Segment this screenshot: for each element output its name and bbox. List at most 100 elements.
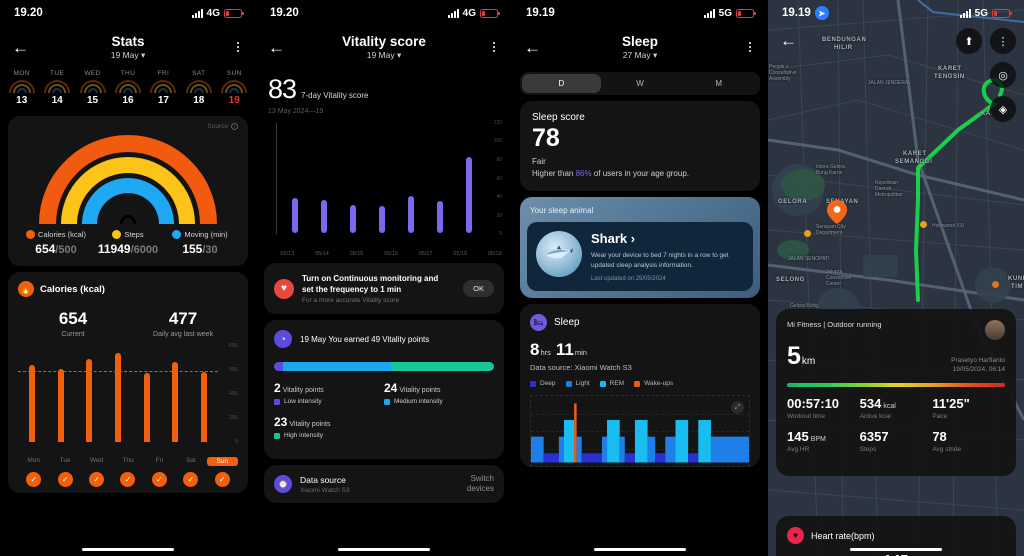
bar-column[interactable] <box>75 346 104 442</box>
map-controls[interactable]: ⬆ ⋮ ◎ ◈ <box>956 28 1016 122</box>
bar-label: 05/17 <box>418 251 433 257</box>
share-icon[interactable]: ⬆ <box>956 28 982 54</box>
bar-label[interactable]: Sun <box>206 457 238 466</box>
bar-column[interactable] <box>18 346 47 442</box>
metric-label: Steps <box>124 230 144 239</box>
sleep-animal-name[interactable]: Shark › <box>591 231 744 246</box>
data-source-card[interactable]: ⌚ Data source Xiaomi Watch S3 Switch dev… <box>264 465 504 503</box>
sleep-animal-inner[interactable]: Shark › Wear your device to bed 7 nights… <box>527 222 753 291</box>
week-day-name: SUN <box>226 70 242 77</box>
location-arrow-icon: ➤ <box>814 6 829 20</box>
panel-sleep: 19.19 5G ← Sleep 27 May ▾ DWM Sleep scor… <box>512 0 768 556</box>
vitality-bar-chart[interactable]: 120 100 80 60 40 20 0 <box>266 120 502 248</box>
sleep-hypnogram-chart[interactable]: ⤢ <box>530 395 750 467</box>
switch-line-2: devices <box>466 484 494 493</box>
expand-icon[interactable]: ⤢ <box>731 401 744 414</box>
week-day-name: SAT <box>192 70 206 77</box>
bar <box>291 198 298 233</box>
heart-rate-value: 145 <box>787 552 1005 556</box>
sleep-card-title: Sleep <box>554 317 580 328</box>
map-label: TIM <box>1011 284 1024 290</box>
week-strip[interactable]: MON 13 TUE 14 WED 15 THU 16 FRI 17 SAT 18 SUN 19 <box>0 68 256 110</box>
period-segmented-control[interactable]: DWM <box>520 72 760 95</box>
bar-column[interactable] <box>338 123 367 233</box>
goal-check: ✓ <box>144 472 175 487</box>
bar-label: 05/15 <box>349 251 364 257</box>
week-day[interactable]: MON 13 <box>4 70 39 106</box>
goal-check: ✓ <box>112 472 143 487</box>
sleep-minutes-unit: min <box>574 348 587 357</box>
bar-column[interactable] <box>367 123 396 233</box>
bar-column[interactable] <box>309 123 338 233</box>
points-value: 2 Vitality points <box>274 381 324 395</box>
switch-devices-button[interactable]: Switch devices <box>467 474 494 494</box>
date-selector[interactable]: 19 May ▾ <box>256 50 512 61</box>
bar <box>115 353 122 442</box>
bar-label[interactable]: Mon <box>18 457 49 466</box>
map-poi[interactable] <box>992 281 999 288</box>
calories-bar-chart[interactable]: 600 500 400 250 0 <box>18 343 238 454</box>
bar-column[interactable] <box>280 123 309 233</box>
bar-label[interactable]: Wed <box>81 457 112 466</box>
bar-label[interactable]: Tue <box>49 457 80 466</box>
check-icon: ✓ <box>120 472 136 487</box>
map-poi[interactable] <box>920 221 927 228</box>
week-day[interactable]: THU 16 <box>110 70 145 106</box>
date-selector[interactable]: 27 May ▾ <box>512 50 768 61</box>
bar-column[interactable] <box>426 123 455 233</box>
bar-column[interactable] <box>132 346 161 442</box>
bar-column[interactable] <box>397 123 426 233</box>
y-tick: 0 <box>499 231 502 237</box>
check-icon: ✓ <box>183 472 199 487</box>
segment-d[interactable]: D <box>522 74 601 93</box>
back-button[interactable]: ← <box>524 39 544 56</box>
info-icon[interactable]: i <box>231 123 238 130</box>
bar-column[interactable] <box>189 346 218 442</box>
segment-m[interactable]: M <box>679 74 758 93</box>
segment-w[interactable]: W <box>601 74 680 93</box>
more-options-button[interactable] <box>744 42 756 52</box>
sleep-stage-block <box>543 453 559 463</box>
sleep-stage-block <box>581 453 602 463</box>
layers-icon[interactable]: ◈ <box>990 96 1016 122</box>
week-day-number: 13 <box>16 95 28 106</box>
more-options-button[interactable] <box>488 42 500 52</box>
rainbow-rings-chart <box>39 134 217 224</box>
map-poi[interactable] <box>804 230 811 237</box>
y-tick: 0 <box>234 439 238 445</box>
map-label: Metropolitan <box>875 192 903 198</box>
points-header: ◔ 19 May You earned 49 Vitality points <box>274 330 494 348</box>
bar-column[interactable] <box>104 346 133 442</box>
map-label: Department <box>816 230 843 236</box>
sleep-stage-block <box>531 436 544 463</box>
week-day[interactable]: FRI 17 <box>146 70 181 106</box>
bar-label[interactable]: Fri <box>144 457 175 466</box>
avatar[interactable] <box>985 320 1005 340</box>
tip-text: Turn on Continuous monitoring and set th… <box>302 273 455 304</box>
back-button[interactable]: ← <box>780 32 800 49</box>
poi-dot-icon <box>920 221 927 228</box>
source-label[interactable]: Source i <box>207 123 238 130</box>
bar-column[interactable] <box>455 123 484 233</box>
sleep-animal-card[interactable]: Your sleep animal Shark › Wear your devi… <box>520 197 760 298</box>
locate-icon[interactable]: ◎ <box>990 62 1016 88</box>
bar-label[interactable]: Sat <box>175 457 206 466</box>
ok-button[interactable]: OK <box>463 280 494 297</box>
back-button[interactable]: ← <box>268 39 288 56</box>
calories-avg-label: Daily avg last week <box>153 331 213 338</box>
week-day[interactable]: SUN 19 <box>217 70 252 106</box>
date-selector[interactable]: 19 May ▾ <box>0 50 256 61</box>
bar-column[interactable] <box>161 346 190 442</box>
bar-column[interactable] <box>47 346 76 442</box>
start-marker-icon[interactable] <box>827 200 847 224</box>
week-day[interactable]: SAT 18 <box>181 70 216 106</box>
back-button[interactable]: ← <box>12 39 32 56</box>
more-options-button[interactable] <box>232 42 244 52</box>
goal-check: ✓ <box>49 472 80 487</box>
week-day[interactable]: TUE 14 <box>39 70 74 106</box>
week-day[interactable]: WED 15 <box>75 70 110 106</box>
network-label: 4G <box>206 7 220 19</box>
more-icon[interactable]: ⋮ <box>990 28 1016 54</box>
ring-metric: Calories (kcal) 654/500 <box>20 230 92 256</box>
bar-label[interactable]: Thu <box>112 457 143 466</box>
